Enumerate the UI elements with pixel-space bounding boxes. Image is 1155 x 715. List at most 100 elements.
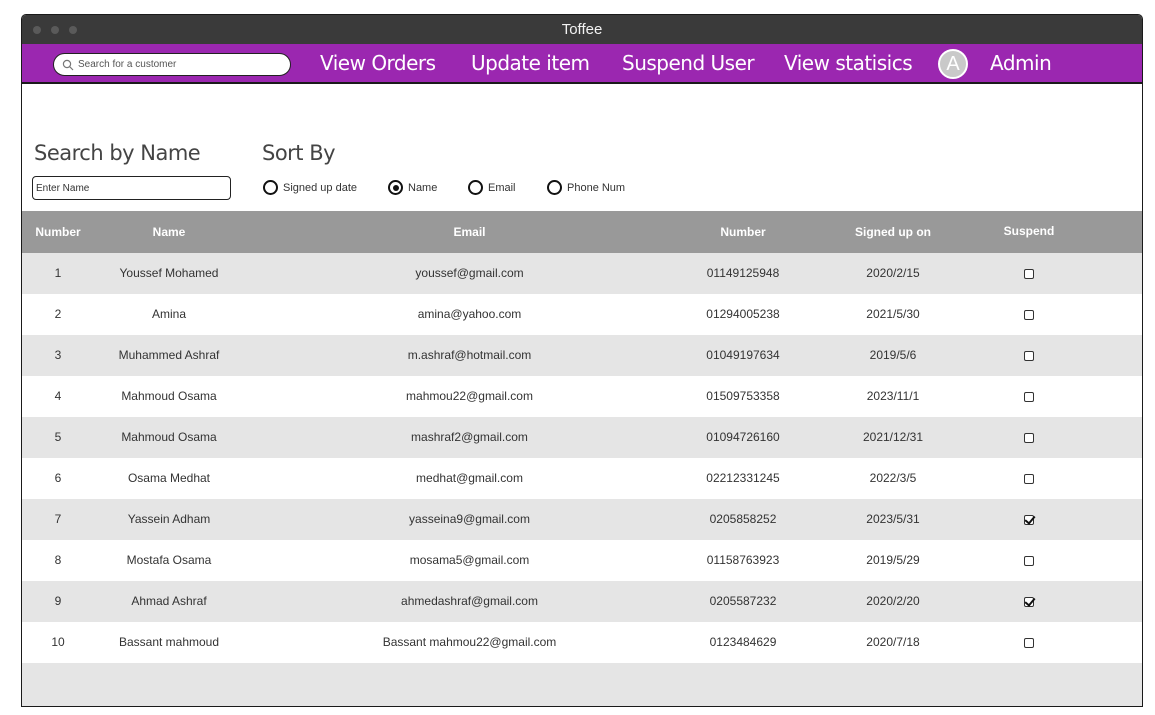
table-row[interactable]: 4 Mahmoud Osama mahmou22@gmail.com 01509753… — [22, 376, 1142, 417]
nav-view-statistics[interactable]: View statisics — [784, 51, 913, 75]
row-phone: 01294005238 — [706, 307, 780, 321]
column-header-phone[interactable]: Number — [672, 225, 814, 239]
row-suspend-cell — [982, 307, 1076, 321]
row-signed-up-date: 2021/5/30 — [866, 307, 920, 321]
suspend-checkbox-checked[interactable] — [1024, 514, 1034, 525]
window-title: Toffee — [561, 21, 603, 38]
suspend-checkbox[interactable] — [1024, 473, 1034, 484]
avatar[interactable]: A — [938, 49, 968, 79]
table-row[interactable]: 6 Osama Medhat medhat@gmail.com 02212331245… — [22, 458, 1142, 499]
row-phone: 01509753358 — [706, 389, 780, 403]
row-phone: 01149125948 — [706, 266, 780, 280]
row-signed-up-date: 2023/11/1 — [866, 389, 920, 403]
radio-icon — [263, 180, 278, 195]
table-row[interactable]: 2 Amina amina@yahoo.com 01294005238 2021/5/3… — [22, 294, 1142, 335]
row-number: 3 — [54, 348, 62, 362]
radio-icon — [468, 180, 483, 195]
radio-icon — [547, 180, 562, 195]
table-row[interactable]: 10 Bassant mahmoud Bassant mahmou22@gmail.… — [22, 622, 1142, 663]
row-email: mashraf2@gmail.com — [411, 430, 528, 444]
suspend-checkbox[interactable] — [1024, 268, 1034, 279]
sort-option-phone-num[interactable]: Phone Num — [547, 180, 625, 195]
nav-admin[interactable]: Admin — [990, 51, 1052, 75]
row-name: Youssef Mohamed — [119, 266, 219, 280]
row-suspend-cell — [982, 430, 1076, 444]
row-signed-up-date: 2019/5/29 — [866, 553, 920, 567]
column-header-email[interactable]: Email — [322, 225, 617, 239]
row-email: amina@yahoo.com — [417, 307, 522, 321]
sort-option-name[interactable]: Name — [388, 180, 437, 195]
row-number: 4 — [54, 389, 62, 403]
row-name: Bassant mahmoud — [118, 635, 220, 649]
row-number: 8 — [54, 553, 62, 567]
row-phone: 01158763923 — [706, 553, 780, 567]
row-signed-up-date: 2020/7/18 — [866, 635, 920, 649]
column-header-name[interactable]: Name — [94, 225, 244, 239]
sort-option-email[interactable]: Email — [468, 180, 516, 195]
row-suspend-cell — [982, 471, 1076, 485]
row-phone: 0205858252 — [709, 512, 777, 526]
nav-update-item[interactable]: Update item — [471, 51, 590, 75]
close-window-button[interactable] — [33, 26, 41, 34]
column-header-signed-up-on[interactable]: Signed up on — [822, 225, 964, 239]
suspend-checkbox[interactable] — [1024, 637, 1034, 648]
row-suspend-cell — [982, 594, 1076, 608]
row-signed-up-date: 2021/12/31 — [862, 430, 924, 444]
avatar-letter: A — [946, 52, 960, 75]
customer-search-input[interactable] — [78, 59, 278, 70]
row-email: medhat@gmail.com — [416, 471, 523, 485]
table-row[interactable]: 3 Muhammed Ashraf m.ashraf@hotmail.com 0104… — [22, 335, 1142, 376]
sort-by-heading: Sort By — [262, 141, 336, 165]
column-header-suspend[interactable]: Suspend — [982, 224, 1076, 238]
row-email: yasseina9@gmail.com — [409, 512, 530, 526]
row-email: ahmedashraf@gmail.com — [401, 594, 538, 608]
row-signed-up-date: 2022/3/5 — [869, 471, 917, 485]
column-header-number[interactable]: Number — [22, 225, 94, 239]
search-icon — [62, 59, 74, 70]
maximize-window-button[interactable] — [69, 26, 77, 34]
name-search-input[interactable] — [32, 176, 231, 200]
suspend-checkbox[interactable] — [1024, 555, 1034, 566]
row-name: Yassein Adham — [127, 512, 211, 526]
table-row[interactable]: 7 Yassein Adham yasseina9@gmail.com 0205858… — [22, 499, 1142, 540]
filter-panel: Search by Name Sort By Signed up date Na… — [22, 84, 1142, 210]
table-body: 1 Youssef Mohamed youssef@gmail.com 0114912… — [22, 253, 1142, 663]
row-email: mosama5@gmail.com — [409, 553, 530, 567]
sort-option-signed-up-date[interactable]: Signed up date — [263, 180, 357, 195]
row-suspend-cell — [982, 553, 1076, 567]
top-nav: View Orders Update item Suspend User Vie… — [22, 44, 1142, 84]
table-row[interactable]: 1 Youssef Mohamed youssef@gmail.com 0114912… — [22, 253, 1142, 294]
table-row[interactable]: 9 Ahmad Ashraf ahmedashraf@gmail.com 020558… — [22, 581, 1142, 622]
row-number: 10 — [51, 635, 65, 649]
row-name: Muhammed Ashraf — [118, 348, 220, 362]
row-phone: 02212331245 — [706, 471, 780, 485]
row-number: 2 — [54, 307, 62, 321]
row-suspend-cell — [982, 635, 1076, 649]
row-name: Osama Medhat — [127, 471, 211, 485]
row-number: 9 — [54, 594, 62, 608]
row-name: Mahmoud Osama — [121, 389, 217, 403]
row-signed-up-date: 2019/5/6 — [869, 348, 917, 362]
customers-table: Number Name Email Number Signed up on Su… — [22, 211, 1142, 706]
table-row[interactable]: 5 Mahmoud Osama mashraf2@gmail.com 01094726… — [22, 417, 1142, 458]
suspend-checkbox-checked[interactable] — [1024, 596, 1034, 607]
suspend-checkbox[interactable] — [1024, 309, 1034, 320]
row-suspend-cell — [982, 266, 1076, 280]
row-email: youssef@gmail.com — [415, 266, 524, 280]
search-by-name-heading: Search by Name — [34, 141, 201, 165]
suspend-checkbox[interactable] — [1024, 391, 1034, 402]
nav-suspend-user[interactable]: Suspend User — [622, 51, 755, 75]
suspend-checkbox[interactable] — [1024, 350, 1034, 361]
row-number: 1 — [54, 266, 62, 280]
row-signed-up-date: 2023/5/31 — [866, 512, 920, 526]
row-suspend-cell — [982, 512, 1076, 526]
table-row[interactable]: 8 Mostafa Osama mosama5@gmail.com 011587639… — [22, 540, 1142, 581]
nav-view-orders[interactable]: View Orders — [320, 51, 436, 75]
customer-search[interactable] — [53, 53, 291, 76]
suspend-checkbox[interactable] — [1024, 432, 1034, 443]
row-signed-up-date: 2020/2/20 — [866, 594, 920, 608]
row-email: m.ashraf@hotmail.com — [407, 348, 532, 362]
minimize-window-button[interactable] — [51, 26, 59, 34]
row-email: mahmou22@gmail.com — [406, 389, 533, 403]
row-name: Amina — [151, 307, 186, 321]
